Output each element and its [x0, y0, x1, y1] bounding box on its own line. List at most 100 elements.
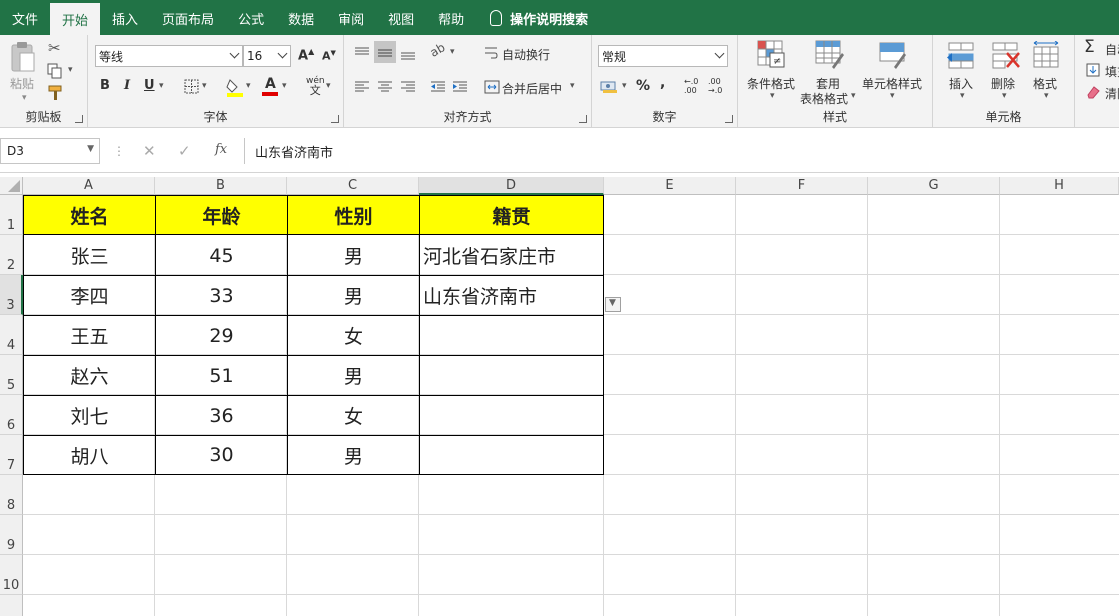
cell-styles-dropdown-icon[interactable]: ▾ — [890, 91, 895, 101]
cell-dropdown-button[interactable]: ▼ — [605, 297, 621, 312]
currency-icon[interactable] — [600, 79, 618, 95]
underline-dropdown-icon[interactable]: ▾ — [159, 81, 164, 91]
row-header-11-partial[interactable] — [0, 595, 23, 616]
header-cell-name[interactable]: 姓名 — [24, 196, 155, 235]
header-cell-origin[interactable]: 籍贯 — [420, 196, 603, 235]
cell-d3[interactable]: 山东省济南市 — [420, 276, 603, 315]
cell-styles-button[interactable]: 单元格样式 — [862, 75, 922, 92]
name-box-dropdown-icon[interactable]: ▼ — [87, 144, 94, 154]
cell-d6[interactable] — [420, 396, 603, 435]
insert-dropdown-icon[interactable]: ▾ — [960, 91, 965, 101]
cell-d4[interactable] — [420, 316, 603, 355]
row-header-2[interactable]: 2 — [0, 235, 23, 275]
font-size-select[interactable]: 16 — [243, 45, 291, 67]
format-as-table-icon[interactable] — [814, 39, 844, 69]
cell-a4[interactable]: 王五 — [24, 316, 155, 355]
conditional-formatting-button[interactable]: 条件格式 — [747, 75, 795, 92]
align-right-icon[interactable] — [400, 80, 416, 94]
row-header-4[interactable]: 4 — [0, 315, 23, 355]
align-left-icon[interactable] — [354, 80, 370, 94]
phonetic-icon[interactable]: wén 文 — [306, 77, 325, 97]
cell-a2[interactable]: 张三 — [24, 236, 155, 275]
cell-c4[interactable]: 女 — [288, 316, 419, 355]
cut-icon[interactable]: ✂ — [48, 39, 61, 57]
format-cells-button[interactable]: 格式 — [1033, 75, 1057, 92]
insert-cells-button[interactable]: 插入 — [949, 75, 973, 92]
header-cell-age[interactable]: 年龄 — [156, 196, 287, 235]
increase-font-icon[interactable]: A▲ — [298, 47, 314, 63]
row-header-6[interactable]: 6 — [0, 395, 23, 435]
format-painter-icon[interactable] — [47, 85, 65, 101]
wrap-text-icon[interactable] — [484, 46, 498, 60]
cell-d5[interactable] — [420, 356, 603, 395]
column-header-h[interactable]: H — [1000, 177, 1119, 195]
header-cell-gender[interactable]: 性别 — [288, 196, 419, 235]
insert-cells-icon[interactable] — [947, 41, 975, 69]
merge-center-icon[interactable] — [484, 80, 500, 94]
column-header-f[interactable]: F — [736, 177, 868, 195]
number-launcher-icon[interactable] — [725, 115, 733, 123]
cell-a6[interactable]: 刘七 — [24, 396, 155, 435]
tab-home[interactable]: 开始 — [50, 3, 101, 35]
conditional-dropdown-icon[interactable]: ▾ — [770, 91, 775, 101]
row-header-5[interactable]: 5 — [0, 355, 23, 395]
cell-a5[interactable]: 赵六 — [24, 356, 155, 395]
column-header-e[interactable]: E — [604, 177, 736, 195]
cell-a7[interactable]: 胡八 — [24, 436, 155, 474]
paste-icon[interactable] — [10, 41, 36, 73]
confirm-entry-icon[interactable]: ✓ — [178, 142, 191, 160]
align-bottom-icon[interactable] — [400, 45, 416, 61]
cell-styles-icon[interactable] — [878, 39, 908, 69]
wrap-text-button[interactable]: 自动换行 — [502, 46, 550, 63]
cell-c2[interactable]: 男 — [288, 236, 419, 275]
orientation-dropdown-icon[interactable]: ▾ — [450, 47, 455, 57]
row-header-3[interactable]: 3 — [0, 275, 23, 315]
borders-dropdown-icon[interactable]: ▾ — [202, 81, 207, 91]
increase-decimal-icon[interactable]: ←.0.00 — [684, 77, 698, 95]
font-launcher-icon[interactable] — [331, 115, 339, 123]
comma-style-icon[interactable]: , — [660, 75, 665, 91]
tab-formulas[interactable]: 公式 — [226, 3, 276, 33]
tab-file[interactable]: 文件 — [0, 3, 50, 33]
currency-dropdown-icon[interactable]: ▾ — [622, 81, 627, 91]
align-center-icon[interactable] — [377, 80, 393, 94]
tab-insert[interactable]: 插入 — [100, 3, 150, 33]
cell-b3[interactable]: 33 — [156, 276, 287, 315]
autosum-icon[interactable]: Σ — [1084, 37, 1095, 57]
cell-c6[interactable]: 女 — [288, 396, 419, 435]
merge-dropdown-icon[interactable]: ▾ — [570, 81, 575, 91]
format-cells-icon[interactable] — [1032, 41, 1060, 69]
tell-me-search[interactable]: 操作说明搜索 — [476, 3, 600, 33]
tab-page-layout[interactable]: 页面布局 — [150, 3, 226, 33]
formula-input[interactable]: 山东省济南市 — [244, 138, 1119, 164]
row-header-7[interactable]: 7 — [0, 435, 23, 475]
autosum-button[interactable]: 自动 — [1105, 41, 1119, 58]
clipboard-launcher-icon[interactable] — [75, 115, 83, 123]
tab-data[interactable]: 数据 — [276, 3, 326, 33]
increase-indent-icon[interactable] — [452, 80, 468, 94]
clear-icon[interactable] — [1086, 85, 1100, 99]
bold-icon[interactable]: B — [100, 78, 110, 93]
underline-icon[interactable]: U — [144, 78, 155, 93]
cell-c7[interactable]: 男 — [288, 436, 419, 474]
cell-b2[interactable]: 45 — [156, 236, 287, 275]
tab-help[interactable]: 帮助 — [426, 3, 476, 33]
font-color-icon[interactable]: A — [262, 76, 280, 96]
align-top-icon[interactable] — [354, 45, 370, 61]
clear-button[interactable]: 清除 — [1105, 85, 1119, 102]
decrease-font-icon[interactable]: A▼ — [322, 49, 336, 63]
delete-cells-icon[interactable] — [991, 41, 1021, 69]
format-as-table-dropdown-icon[interactable]: ▾ — [851, 91, 856, 101]
conditional-formatting-icon[interactable]: ≠ — [756, 39, 786, 69]
delete-dropdown-icon[interactable]: ▾ — [1002, 91, 1007, 101]
column-header-d[interactable]: D — [419, 177, 604, 195]
paste-dropdown-icon[interactable]: ▾ — [22, 93, 27, 103]
cell-b6[interactable]: 36 — [156, 396, 287, 435]
italic-icon[interactable]: I — [124, 78, 130, 93]
cell-d7[interactable] — [420, 436, 603, 474]
merge-center-button[interactable]: 合并后居中 — [502, 80, 562, 97]
cell-c5[interactable]: 男 — [288, 356, 419, 395]
font-color-dropdown-icon[interactable]: ▾ — [282, 81, 287, 91]
row-header-10[interactable]: 10 — [0, 555, 23, 595]
phonetic-dropdown-icon[interactable]: ▾ — [326, 81, 331, 91]
